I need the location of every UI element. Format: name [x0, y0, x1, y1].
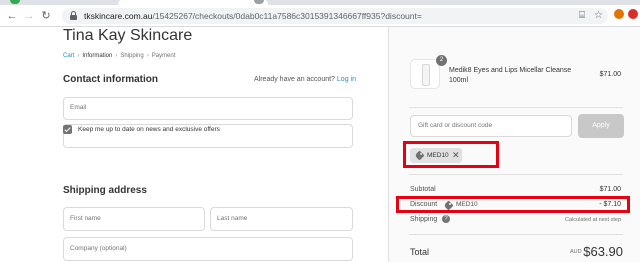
bottle-icon — [422, 64, 430, 86]
apply-button[interactable]: Apply — [578, 114, 624, 138]
translate-icon[interactable]: ⌸ — [579, 9, 585, 23]
contact-title: Contact information — [63, 74, 158, 85]
url-path: /15425267/checkouts/0dab0c11a7586c301539… — [152, 11, 422, 21]
breadcrumb-separator: › — [77, 53, 80, 59]
currency-code: AUD — [570, 249, 582, 255]
breadcrumb: Cart › Information › Shipping › Payment — [63, 53, 175, 59]
breadcrumb-separator: › — [146, 53, 149, 59]
address-bar[interactable]: tkskincare.com.au/15425267/checkouts/0da… — [62, 8, 608, 24]
extension-icon[interactable] — [614, 9, 624, 19]
first-name-placeholder: First name — [70, 215, 101, 222]
highlight-discount-row — [396, 196, 630, 213]
profile-icon[interactable] — [628, 9, 638, 19]
company-placeholder: Company (optional) — [70, 245, 127, 252]
divider — [409, 174, 623, 175]
star-icon[interactable]: ☆ — [594, 9, 603, 23]
highlight-applied-code — [403, 141, 499, 168]
email-placeholder: Email — [70, 104, 87, 111]
company-field[interactable]: Company (optional) — [63, 237, 353, 261]
discount-code-input[interactable]: Gift card or discount code — [410, 115, 572, 137]
login-link[interactable]: Log in — [337, 76, 356, 83]
last-name-field[interactable]: Last name — [210, 207, 353, 231]
breadcrumb-shipping: Shipping — [120, 53, 144, 59]
product-name: Medik8 Eyes and Lips Micellar Cleanse 10… — [449, 67, 572, 84]
newsletter-label: Keep me up to date on news and exclusive… — [78, 126, 220, 133]
product-thumbnail — [410, 59, 440, 89]
forward-icon[interactable]: → — [22, 9, 36, 23]
browser-toolbar: ← → ↻ tkskincare.com.au/15425267/checkou… — [0, 5, 640, 27]
total-label: Total — [410, 247, 430, 257]
subtotal-value: $71.00 — [599, 186, 621, 193]
lock-icon — [70, 11, 77, 20]
last-name-placeholder: Last name — [217, 215, 248, 222]
have-account-text: Already have an account? — [254, 76, 335, 83]
newsletter-checkbox[interactable] — [63, 125, 72, 134]
breadcrumb-separator: › — [115, 53, 118, 59]
back-icon[interactable]: ← — [5, 9, 19, 23]
breadcrumb-payment: Payment — [151, 53, 176, 59]
breadcrumb-cart[interactable]: Cart — [63, 53, 74, 59]
first-name-field[interactable]: First name — [63, 207, 205, 231]
url-text[interactable]: tkskincare.com.au/15425267/checkouts/0da… — [84, 10, 422, 22]
subtotal-label: Subtotal — [410, 186, 436, 193]
reload-icon[interactable]: ↻ — [39, 9, 53, 23]
account-prompt: Already have an account? Log in — [254, 76, 356, 83]
email-input[interactable]: Email — [63, 97, 353, 120]
discount-code-placeholder: Gift card or discount code — [418, 122, 493, 129]
breadcrumb-information: Information — [82, 53, 113, 59]
total-value: $63.90 — [583, 244, 623, 259]
tab-favicon[interactable] — [10, 0, 20, 4]
shipping-value: Calculated at next step — [565, 217, 621, 223]
url-host: tkskincare.com.au — [84, 11, 153, 21]
shipping-address-title: Shipping address — [63, 185, 147, 196]
help-icon[interactable]: ? — [442, 215, 450, 223]
divider — [409, 234, 623, 235]
product-price: $71.00 — [599, 71, 621, 78]
shop-title[interactable]: Tina Kay Skincare — [63, 27, 192, 45]
quantity-badge: 2 — [436, 55, 447, 66]
divider — [409, 107, 623, 108]
shipping-label: Shipping — [410, 216, 438, 223]
